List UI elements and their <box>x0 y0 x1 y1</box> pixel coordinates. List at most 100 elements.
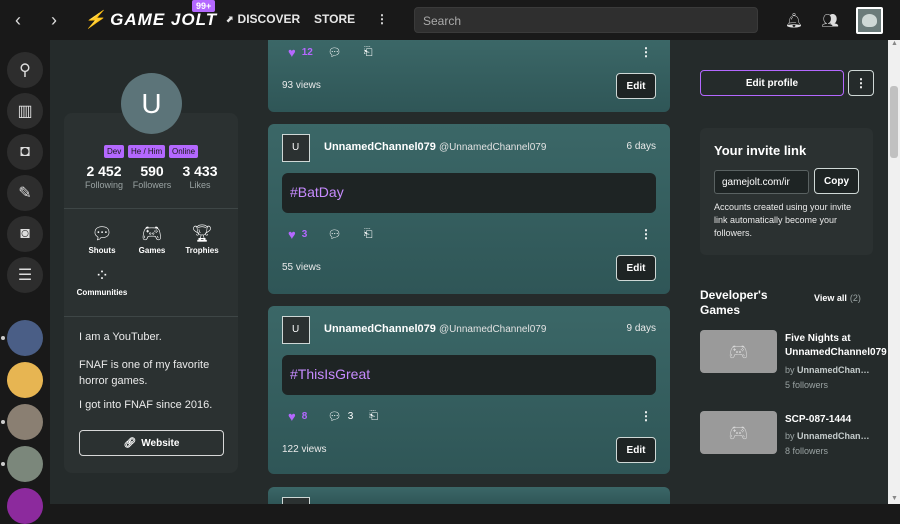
post-author-avatar[interactable]: U <box>282 316 310 344</box>
rail-library-button[interactable]: ☰ <box>7 257 43 293</box>
followers-stat[interactable]: 590 Followers <box>130 163 174 190</box>
sticker-icon[interactable]: ⎗ <box>369 410 378 423</box>
post-reactions: ♥ 12 💬︎ ⎗ <box>288 44 373 60</box>
link-icon: 🔗︎ <box>123 437 137 449</box>
sticker-icon[interactable]: ⎗ <box>364 228 373 241</box>
trophies-nav[interactable]: 🏆︎ Trophies <box>177 224 227 255</box>
rail-store-button[interactable]: ▥ <box>7 93 43 129</box>
shouts-nav[interactable]: 💬︎ Shouts <box>77 224 127 255</box>
community-avatar[interactable] <box>7 404 43 440</box>
post-hashtag[interactable]: #BatDay <box>282 173 656 213</box>
search-input[interactable]: Search <box>414 7 758 33</box>
comment-icon[interactable]: 💬︎ <box>328 46 342 59</box>
profile-more-button[interactable]: ⋮ <box>848 70 874 96</box>
game-author: by UnnamedChan… <box>785 431 870 441</box>
rail-activity-button[interactable]: ⚲ <box>7 52 43 88</box>
sticker-icon[interactable]: ⎗ <box>364 46 373 59</box>
post-card: U UnnamedChannel079 @UnnamedChannel079 6… <box>268 124 670 294</box>
top-bar: ‹ › ⚡ GAME JOLT 99+ ⬈ DISCOVER STORE ⋮ S… <box>0 0 900 40</box>
post-card <box>268 487 670 504</box>
forward-arrow-icon[interactable]: › <box>44 10 64 30</box>
edit-post-button[interactable]: Edit <box>616 437 656 463</box>
comment-icon[interactable]: 💬︎ <box>328 410 342 423</box>
post-hashtag[interactable]: #ThisIsGreat <box>282 355 656 395</box>
online-tag: Online <box>169 145 199 158</box>
post-author-avatar[interactable]: U <box>282 134 310 162</box>
like-heart-icon[interactable]: ♥ <box>288 227 296 242</box>
invite-link-field[interactable]: gamejolt.com/ir <box>714 170 809 194</box>
store-icon: ▥ <box>17 103 33 120</box>
gamejolt-logo[interactable]: ⚡ GAME JOLT <box>84 10 217 30</box>
post-more-icon[interactable]: ⋮ <box>640 227 652 241</box>
edit-profile-button[interactable]: Edit profile <box>700 70 844 96</box>
post-more-icon[interactable]: ⋮ <box>640 45 652 59</box>
likes-stat[interactable]: 3 433 Likes <box>178 163 222 190</box>
user-avatar[interactable] <box>856 7 883 34</box>
community-avatar[interactable] <box>7 488 43 524</box>
community-avatar[interactable] <box>7 446 43 482</box>
post-card: U UnnamedChannel079 @UnnamedChannel079 9… <box>268 306 670 474</box>
pronouns-tag: He / Him <box>128 145 166 158</box>
game-followers: 5 followers <box>785 380 829 390</box>
more-menu-button[interactable]: ⋮ <box>376 12 388 26</box>
post-reactions: ♥ 3 💬︎ ⎗ <box>288 226 373 242</box>
post-header: U UnnamedChannel079 @UnnamedChannel079 6… <box>282 134 656 162</box>
discover-link[interactable]: ⬈ DISCOVER <box>226 12 300 26</box>
copy-button[interactable]: Copy <box>814 168 859 194</box>
invite-description: Accounts created using your invite link … <box>714 202 852 238</box>
gamepad-icon: 🎮︎ <box>728 424 749 442</box>
profile-avatar[interactable]: U <box>121 73 182 134</box>
post-more-icon[interactable]: ⋮ <box>640 409 652 423</box>
game-thumbnail[interactable]: 🎮︎ <box>700 411 777 454</box>
game-title[interactable]: SCP-087-1444 <box>785 413 888 427</box>
unread-dot <box>1 336 5 340</box>
community-avatar[interactable] <box>7 362 43 398</box>
developer-games-title: Developer's Games <box>700 288 768 317</box>
communities-nav[interactable]: ⁘ Communities <box>74 266 130 297</box>
edit-post-button[interactable]: Edit <box>616 255 656 281</box>
scroll-down-arrow-icon[interactable]: ▼ <box>891 495 898 502</box>
unread-dot <box>1 420 5 424</box>
post-views: 55 views <box>282 262 321 273</box>
following-stat[interactable]: 2 452 Following <box>82 163 126 190</box>
friends-icon[interactable]: 👥︎ <box>821 12 839 28</box>
trophy-icon: 🏆︎ <box>191 224 213 243</box>
shouts-icon: 💬︎ <box>91 224 113 243</box>
backpack-icon: ◘ <box>20 143 30 160</box>
game-title[interactable]: Five Nights at UnnamedChannel079 <box>785 332 888 360</box>
post-author[interactable]: UnnamedChannel079 @UnnamedChannel079 <box>324 323 546 335</box>
website-button[interactable]: 🔗︎ Website <box>79 430 224 456</box>
post-reactions: ♥ 8 💬︎ 3 ⎗ <box>288 408 379 424</box>
like-heart-icon[interactable]: ♥ <box>288 409 296 424</box>
games-nav[interactable]: 🎮︎ Games <box>127 224 177 255</box>
bio-line: I am a YouTuber. <box>79 331 162 343</box>
bell-icon[interactable]: 🔔︎ <box>785 12 803 28</box>
scroll-thumb[interactable] <box>890 86 898 158</box>
rail-chat-button[interactable]: ◙ <box>7 216 43 252</box>
store-link[interactable]: STORE <box>314 12 355 26</box>
back-arrow-icon[interactable]: ‹ <box>8 10 28 30</box>
bolt-icon: ⚡ <box>84 10 107 29</box>
view-all-link[interactable]: View all (2) <box>814 293 861 303</box>
comment-icon[interactable]: 💬︎ <box>328 228 342 241</box>
like-heart-icon[interactable]: ♥ <box>288 45 296 60</box>
post-views: 122 views <box>282 444 327 455</box>
post-author-avatar[interactable] <box>282 497 310 504</box>
community-avatar[interactable] <box>7 320 43 356</box>
communities-icon: ⁘ <box>94 266 110 285</box>
game-thumbnail[interactable]: 🎮︎ <box>700 330 777 373</box>
post-views: 93 views <box>282 80 321 91</box>
invite-card: Your invite link gamejolt.com/ir Copy Ac… <box>700 128 873 255</box>
scroll-up-arrow-icon[interactable]: ▲ <box>891 40 898 47</box>
game-author: by UnnamedChan… <box>785 365 870 375</box>
library-icon: ☰ <box>17 267 33 284</box>
post-author[interactable]: UnnamedChannel079 @UnnamedChannel079 <box>324 141 546 153</box>
divider <box>64 316 238 317</box>
gamepad-icon: 🎮︎ <box>141 224 163 243</box>
left-rail: ⚲ ▥ ◘ ✎ ◙ ☰ <box>0 40 50 524</box>
gamepad-icon: 🎮︎ <box>728 343 749 361</box>
rail-quests-button[interactable]: ✎ <box>7 175 43 211</box>
edit-post-button[interactable]: Edit <box>616 73 656 99</box>
rail-backpack-button[interactable]: ◘ <box>7 134 43 170</box>
page-scrollbar[interactable]: ▲ ▼ <box>888 40 900 504</box>
